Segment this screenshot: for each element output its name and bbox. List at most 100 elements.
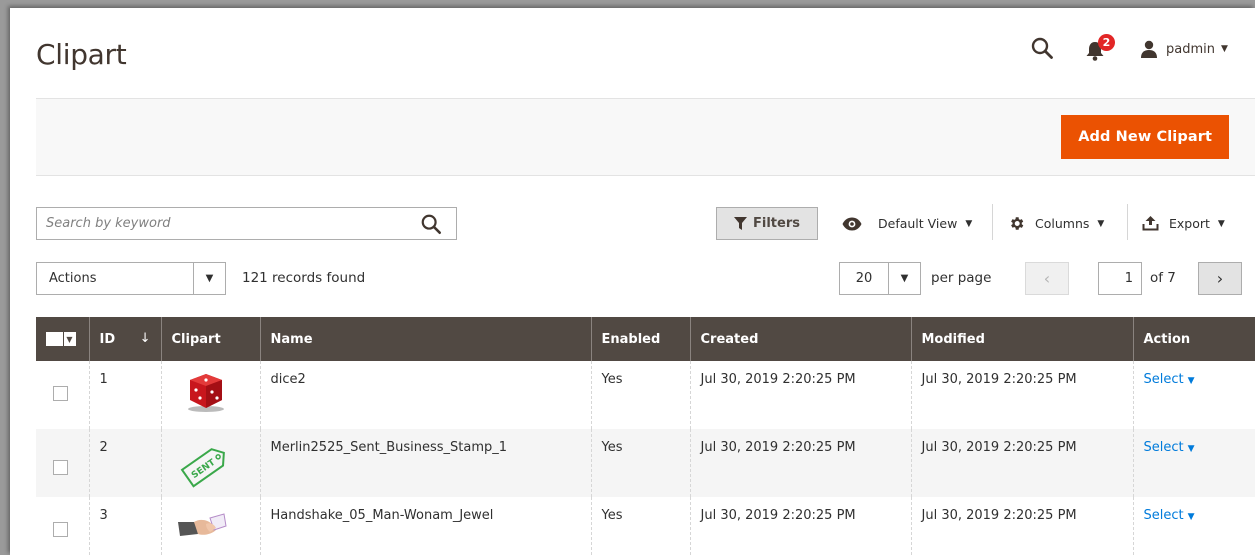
view-switcher[interactable]: Default View ▼ [842,207,972,240]
cell-clipart: SENT [161,429,261,497]
row-checkbox[interactable] [53,386,68,401]
chevron-down-icon: ▼ [62,332,75,346]
eye-icon [842,217,862,230]
row-checkbox[interactable] [53,522,68,537]
filter-icon [734,217,747,230]
mass-actions-dropdown[interactable]: Actions ▼ [36,262,226,295]
table-row: 1 dice2 Yes Jul 30, 2019 2:20:25 PM Jul … [36,361,1255,429]
grid-header-row: ▼ ID ↓ Clipart Name Enabled Created Modi… [36,317,1255,361]
row-select-action[interactable]: Select ▼ [1144,508,1195,523]
dice-thumbnail-icon [187,374,224,412]
cell-created: Jul 30, 2019 2:20:25 PM [690,497,912,555]
chevron-down-icon: ▼ [888,263,920,294]
row-select-cell [36,497,90,555]
column-header-modified[interactable]: Modified [911,317,1134,361]
cell-modified: Jul 30, 2019 2:20:25 PM [911,497,1134,555]
checkbox-box [47,332,63,346]
next-page-button[interactable]: › [1198,262,1242,295]
cell-enabled: Yes [591,497,691,555]
add-new-clipart-button[interactable]: Add New Clipart [1061,115,1229,159]
select-label: Select [1143,508,1184,523]
export-label: Export [1169,216,1210,231]
chevron-right-icon: › [1216,269,1224,288]
chevron-down-icon: ▼ [1221,44,1228,54]
cell-name: Merlin2525_Sent_Business_Stamp_1 [260,429,592,497]
handshake-thumbnail-icon [177,513,227,536]
row-select-cell [36,429,90,497]
cell-created: Jul 30, 2019 2:20:25 PM [690,429,912,497]
column-header-enabled[interactable]: Enabled [591,317,691,361]
row-select-cell [36,361,90,429]
caret-down-icon: ▼ [1187,376,1195,386]
columns-button[interactable]: Columns ▼ [1008,207,1104,240]
cell-modified: Jul 30, 2019 2:20:25 PM [911,361,1134,429]
view-label: Default View [878,216,958,231]
username: padmin [1166,41,1215,57]
chevron-down-icon: ▼ [965,218,973,229]
keyword-search [36,207,457,240]
page-actions-bar: Add New Clipart [36,98,1255,176]
columns-label: Columns [1035,216,1090,231]
column-header-id[interactable]: ID ↓ [89,317,162,361]
clipart-grid: ▼ ID ↓ Clipart Name Enabled Created Modi… [36,317,1255,555]
export-button[interactable]: Export ▼ [1142,207,1225,240]
previous-page-button[interactable]: ‹ [1025,262,1069,295]
divider [992,204,993,240]
cell-name: dice2 [260,361,592,429]
user-menu[interactable]: padmin ▼ [1140,38,1228,60]
chevron-down-icon: ▼ [193,263,225,294]
actions-label: Actions [49,271,97,286]
cell-clipart [161,361,261,429]
cell-modified: Jul 30, 2019 2:20:25 PM [911,429,1134,497]
column-header-label: ID [99,331,116,347]
chevron-down-icon: ▼ [1217,218,1225,229]
total-pages: of 7 [1150,270,1176,286]
cell-action: Select ▼ [1133,497,1255,555]
select-label: Select [1143,440,1184,455]
sort-arrow-down-icon: ↓ [139,331,151,346]
cell-enabled: Yes [591,361,691,429]
admin-page: Clipart 2 padmin ▼ Add New Clipart Fi [10,8,1255,555]
chevron-down-icon: ▼ [1097,218,1105,229]
divider [1127,204,1128,240]
column-header-action: Action [1133,317,1255,361]
row-select-action[interactable]: Select ▼ [1144,372,1195,387]
caret-down-icon: ▼ [1187,444,1195,454]
cell-action: Select ▼ [1133,429,1255,497]
cell-clipart [161,497,261,555]
per-page-select[interactable]: 20 ▼ [839,262,921,295]
mass-select-checkbox[interactable]: ▼ [46,332,76,346]
gear-icon [1011,217,1024,230]
cell-id: 1 [89,361,162,429]
row-checkbox[interactable] [53,460,68,475]
filters-button[interactable]: Filters [716,207,818,240]
row-select-action[interactable]: Select ▼ [1144,440,1195,455]
caret-down-icon: ▼ [1187,512,1195,522]
cell-enabled: Yes [591,429,691,497]
search-input[interactable] [37,208,420,239]
page-title: Clipart [36,38,127,71]
cell-created: Jul 30, 2019 2:20:25 PM [690,361,912,429]
records-count: 121 records found [242,270,366,286]
mass-select-header: ▼ [36,317,90,361]
sent-stamp-thumbnail-icon: SENT [180,448,225,488]
column-header-created[interactable]: Created [690,317,912,361]
select-label: Select [1143,372,1184,387]
per-page-value: 20 [855,271,873,286]
cell-id: 2 [89,429,162,497]
search-submit-icon[interactable] [420,213,442,235]
column-header-clipart[interactable]: Clipart [161,317,261,361]
table-row: 2 SENT Merlin2525_Sent_Business_Stamp_1 … [36,429,1255,497]
column-header-name[interactable]: Name [260,317,592,361]
export-icon [1142,216,1159,231]
page-number-input[interactable] [1098,262,1142,295]
notifications-button[interactable]: 2 [1084,34,1116,62]
search-icon[interactable] [1030,36,1054,60]
cell-action: Select ▼ [1133,361,1255,429]
cell-name: Handshake_05_Man-Wonam_Jewel [260,497,592,555]
filters-label: Filters [753,216,800,231]
user-icon [1141,40,1157,58]
notification-badge: 2 [1098,34,1115,51]
table-row: 3 Handshake_05_Man-Wonam_Jewel Yes Jul 3… [36,497,1255,555]
per-page-label: per page [931,270,992,286]
